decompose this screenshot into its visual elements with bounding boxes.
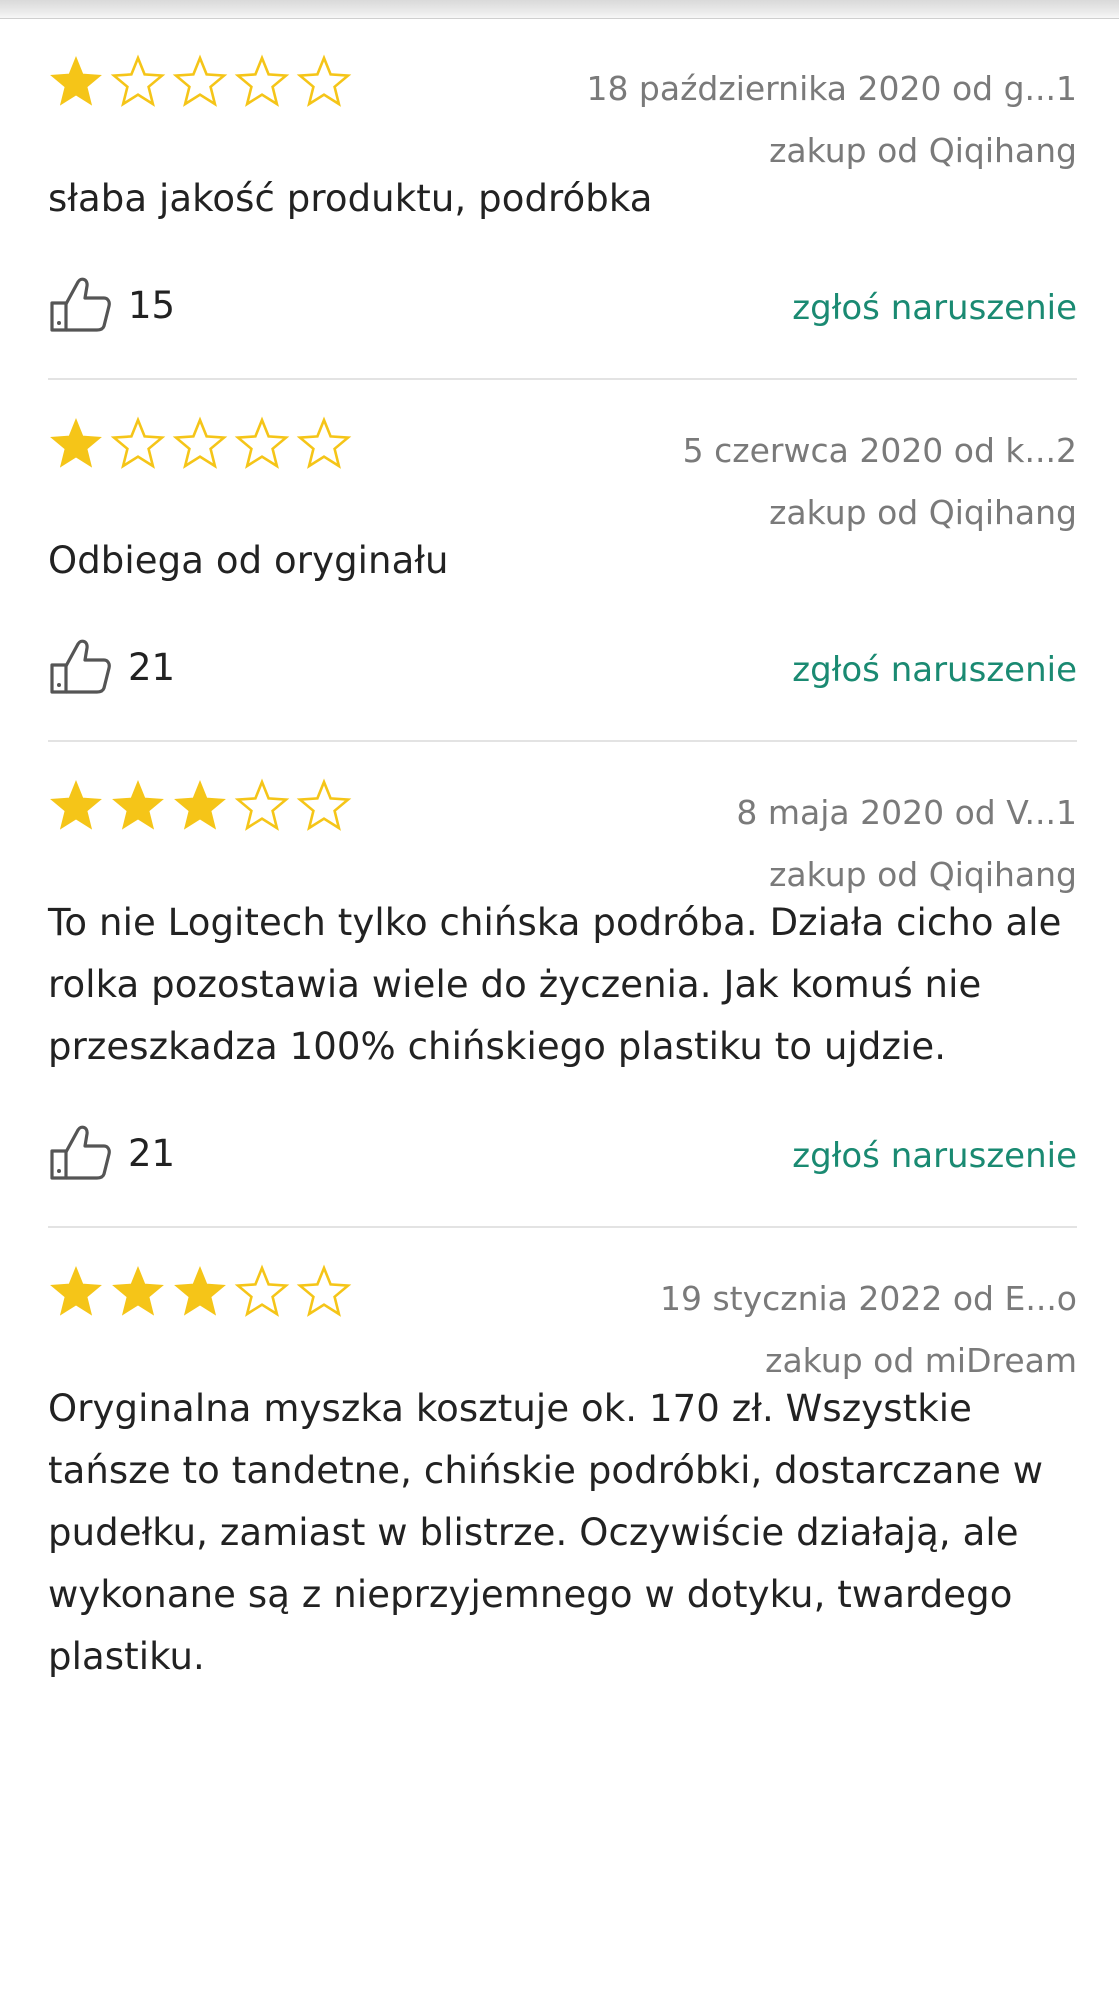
review-seller: zakup od miDream: [765, 1341, 1077, 1380]
star-empty-icon: [234, 54, 290, 107]
review-meta: 8 maja 2020 od V...1 zakup od Qiqihang: [736, 782, 1077, 906]
review-item: 19 stycznia 2022 od E...o zakup od miDre…: [48, 1228, 1077, 1688]
top-edge-shadow: [0, 0, 1119, 19]
star-filled-icon: [112, 779, 164, 830]
review-seller: zakup od Qiqihang: [769, 131, 1077, 170]
star-filled-icon: [50, 1265, 102, 1316]
review-header: 8 maja 2020 od V...1 zakup od Qiqihang: [48, 742, 1077, 894]
review-seller: zakup od Qiqihang: [769, 855, 1077, 894]
review-footer: 21 zgłoś naruszenie: [48, 592, 1077, 740]
thumbs-up-icon: [50, 277, 111, 332]
review-header: 19 stycznia 2022 od E...o zakup od miDre…: [48, 1228, 1077, 1380]
star-empty-icon: [234, 778, 290, 831]
report-violation-link[interactable]: zgłoś naruszenie: [792, 288, 1077, 328]
report-violation-link[interactable]: zgłoś naruszenie: [792, 1136, 1077, 1176]
like-count: 15: [128, 283, 176, 327]
star-empty-icon: [296, 778, 352, 831]
star-filled-icon: [50, 779, 102, 830]
review-header: 18 października 2020 od g...1 zakup od Q…: [48, 18, 1077, 170]
star-empty-icon: [110, 54, 166, 107]
review-footer: 21 zgłoś naruszenie: [48, 1078, 1077, 1226]
star-filled-icon: [50, 55, 102, 106]
review-item: 5 czerwca 2020 od k...2 zakup od Qiqihan…: [48, 380, 1077, 742]
review-footer: 15 zgłoś naruszenie: [48, 230, 1077, 378]
star-empty-icon: [234, 1264, 290, 1317]
review-text: Oryginalna myszka kosztuje ok. 170 zł. W…: [48, 1387, 1044, 1678]
review-header: 5 czerwca 2020 od k...2 zakup od Qiqihan…: [48, 380, 1077, 532]
star-filled-icon: [174, 779, 226, 830]
like-button[interactable]: 21: [48, 1122, 175, 1184]
star-empty-icon: [296, 416, 352, 469]
review-item: 8 maja 2020 od V...1 zakup od Qiqihang T…: [48, 742, 1077, 1228]
review-meta: 18 października 2020 od g...1 zakup od Q…: [586, 58, 1077, 182]
report-violation-link[interactable]: zgłoś naruszenie: [792, 650, 1077, 690]
star-rating: [48, 54, 352, 110]
star-empty-icon: [296, 1264, 352, 1317]
star-empty-icon: [172, 54, 228, 107]
thumbs-up-icon: [50, 639, 111, 694]
star-filled-icon: [112, 1265, 164, 1316]
thumbs-up-icon: [50, 1125, 111, 1180]
star-filled-icon: [174, 1265, 226, 1316]
review-meta: 5 czerwca 2020 od k...2 zakup od Qiqihan…: [683, 420, 1077, 544]
review-date-author: 5 czerwca 2020 od k...2: [682, 431, 1077, 470]
review-item: 18 października 2020 od g...1 zakup od Q…: [48, 18, 1077, 380]
star-empty-icon: [172, 416, 228, 469]
like-button[interactable]: 21: [48, 636, 175, 698]
like-button[interactable]: 15: [48, 274, 175, 336]
star-empty-icon: [234, 416, 290, 469]
star-filled-icon: [50, 417, 102, 468]
review-seller: zakup od Qiqihang: [769, 493, 1077, 532]
review-date-author: 18 października 2020 od g...1: [586, 69, 1077, 108]
star-empty-icon: [296, 54, 352, 107]
star-rating: [48, 416, 352, 472]
star-rating: [48, 1264, 352, 1320]
star-empty-icon: [110, 416, 166, 469]
review-date-author: 8 maja 2020 od V...1: [736, 793, 1077, 832]
review-meta: 19 stycznia 2022 od E...o zakup od miDre…: [660, 1268, 1077, 1392]
review-list: 18 października 2020 od g...1 zakup od Q…: [48, 18, 1077, 1688]
like-count: 21: [128, 645, 176, 689]
star-rating: [48, 778, 352, 834]
review-date-author: 19 stycznia 2022 od E...o: [659, 1279, 1077, 1318]
like-count: 21: [128, 1131, 176, 1175]
